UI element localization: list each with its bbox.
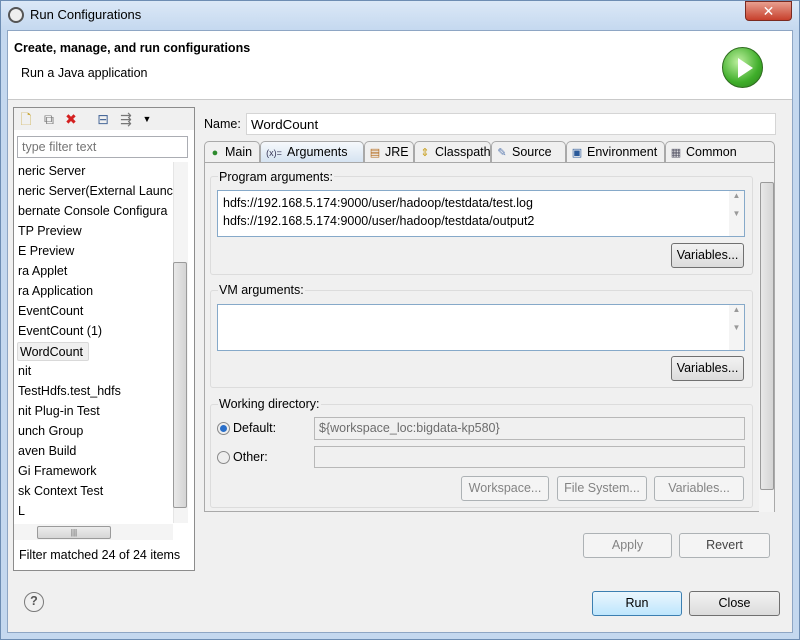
program-arguments-label: Program arguments:	[218, 170, 334, 184]
tab-label: Common	[686, 145, 737, 159]
filter-input[interactable]	[17, 136, 188, 158]
filter-status: Filter matched 24 of 24 items	[19, 548, 181, 562]
config-list-item[interactable]: ra Applet	[18, 262, 173, 281]
config-list-item[interactable]: Gi Framework	[18, 462, 173, 481]
config-list-item[interactable]: TestHdfs.test_hdfs	[18, 382, 173, 401]
close-button[interactable]: Close	[689, 591, 780, 616]
window-close-button[interactable]: ✕	[745, 1, 792, 21]
config-list-item[interactable]: unch Group	[18, 422, 173, 441]
file-system-button[interactable]: File System...	[557, 476, 647, 501]
tab-label: JRE	[385, 145, 409, 159]
default-radio[interactable]	[217, 422, 230, 435]
vm-arguments-label: VM arguments:	[218, 283, 305, 297]
tab-source[interactable]: ✎ Source	[491, 141, 566, 163]
vm-args-scrollbar[interactable]: ▲ ▼	[729, 305, 744, 350]
config-list-item[interactable]: nit	[18, 362, 173, 381]
revert-button[interactable]: Revert	[679, 533, 770, 558]
tab-label: Classpath	[435, 145, 491, 159]
program-args-scrollbar[interactable]: ▲ ▼	[729, 191, 744, 236]
config-list-item[interactable]: neric Server	[18, 162, 173, 181]
other-radio[interactable]	[217, 451, 230, 464]
workspace-button[interactable]: Workspace...	[461, 476, 549, 501]
config-list-item[interactable]: EventCount	[18, 302, 173, 321]
tree-hscroll-thumb[interactable]: |||	[37, 526, 111, 539]
environment-icon: ▣	[571, 147, 583, 159]
config-list-item[interactable]: nit Plug-in Test	[18, 402, 173, 421]
tab-main[interactable]: ● Main	[204, 141, 260, 163]
collapse-all-icon[interactable]: ⊟	[94, 110, 112, 128]
content-scroll-thumb[interactable]	[760, 182, 774, 490]
config-list-item[interactable]: E Preview	[18, 242, 173, 261]
run-icon	[722, 47, 763, 88]
config-list-item[interactable]: aven Build	[18, 442, 173, 461]
default-label: Default:	[233, 421, 277, 435]
tab-common[interactable]: ▦ Common	[665, 141, 775, 163]
filter-configs-icon[interactable]: ⇶	[117, 110, 135, 128]
run-button[interactable]: Run	[592, 591, 682, 616]
config-list-item[interactable]: L	[18, 502, 173, 521]
tab-label: Environment	[587, 145, 658, 159]
header-title: Create, manage, and run configurations	[14, 41, 251, 55]
tab-label: Arguments	[287, 145, 348, 159]
default-directory-field: ${workspace_loc:bigdata-kp580}	[314, 417, 745, 440]
vm-args-variables-button[interactable]: Variables...	[671, 356, 744, 381]
config-list-item[interactable]: WordCount	[17, 342, 89, 361]
config-list-item[interactable]: TP Preview	[18, 222, 173, 241]
other-label: Other:	[233, 450, 268, 464]
jre-icon: ▤	[369, 147, 381, 159]
tab-label: Source	[512, 145, 552, 159]
source-icon: ✎	[497, 147, 507, 159]
tab-classpath[interactable]: ⇕ Classpath	[414, 141, 491, 163]
window-title: Run Configurations	[30, 7, 142, 22]
header-subtitle: Run a Java application	[21, 66, 148, 80]
tab-environment[interactable]: ▣ Environment	[566, 141, 665, 163]
config-list-item[interactable]: sk Context Test	[18, 482, 173, 501]
delete-icon[interactable]: ✖	[62, 110, 80, 128]
program-arguments-textarea[interactable]: hdfs://192.168.5.174:9000/user/hadoop/te…	[217, 190, 745, 237]
help-icon[interactable]: ?	[24, 592, 44, 612]
tab-arguments[interactable]: (x)= Arguments	[260, 141, 364, 163]
working-dir-variables-button[interactable]: Variables...	[654, 476, 744, 501]
config-list-item[interactable]: ra Application	[18, 282, 173, 301]
name-label: Name:	[204, 117, 241, 131]
config-list-item[interactable]: neric Server(External Launc	[18, 182, 173, 201]
other-directory-field[interactable]	[314, 446, 745, 468]
classpath-icon: ⇕	[420, 147, 430, 159]
config-list-item[interactable]: EventCount (1)	[18, 322, 173, 341]
main-icon: ●	[211, 147, 219, 159]
tab-label: Main	[225, 145, 253, 159]
arguments-icon: (x)=	[266, 148, 282, 158]
tab-jre[interactable]: ▤ JRE	[364, 141, 414, 163]
vm-arguments-textarea[interactable]	[217, 304, 745, 351]
app-icon	[8, 7, 24, 23]
config-list-item[interactable]: bernate Console Configura	[18, 202, 173, 221]
tree-scroll-thumb[interactable]	[173, 262, 187, 508]
working-directory-label: Working directory:	[218, 397, 321, 411]
new-config-icon[interactable]: 🗋	[17, 110, 35, 128]
view-menu-chevron-down-icon[interactable]: ▼	[138, 110, 156, 128]
program-args-variables-button[interactable]: Variables...	[671, 243, 744, 268]
duplicate-icon[interactable]: ⧉	[40, 110, 58, 128]
common-icon: ▦	[670, 147, 682, 159]
name-input[interactable]	[246, 113, 776, 135]
apply-button[interactable]: Apply	[583, 533, 672, 558]
